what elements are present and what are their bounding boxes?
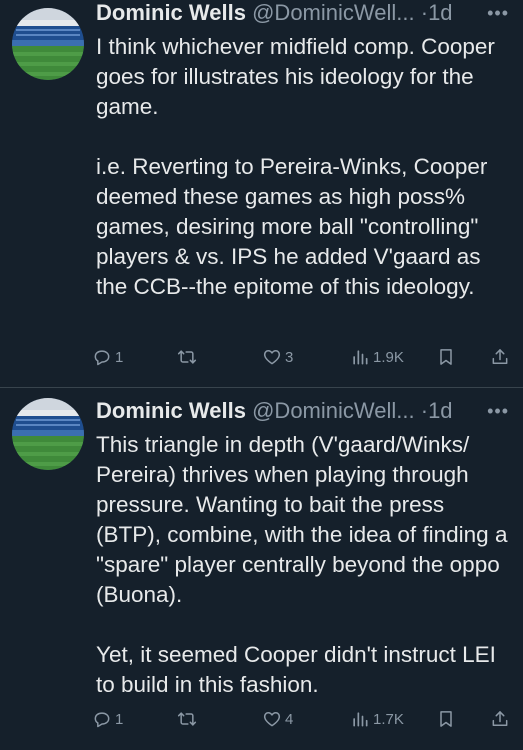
more-options-icon[interactable]: ••• [487,0,509,26]
avatar[interactable] [12,398,84,470]
tweet-paragraph: i.e. Reverting to Pereira-Winks, Cooper … [96,154,488,299]
dot-separator: · [420,0,429,25]
tweet-header: Dominic Wells @DominicWell... ·1d ••• [96,0,509,26]
author-display-name[interactable]: Dominic Wells [96,0,246,25]
like-button[interactable]: 3 [262,345,293,369]
bookmark-button[interactable] [436,345,456,369]
tweet-text: I think whichever midfield comp. Cooper … [96,32,514,302]
reply-button[interactable]: 1 [92,707,123,731]
author-display-name[interactable]: Dominic Wells [96,398,246,423]
share-button[interactable] [490,345,510,369]
heart-icon [263,350,281,365]
tweet-header: Dominic Wells @DominicWell... ·1d ••• [96,398,509,424]
like-count: 3 [285,348,294,366]
bookmark-icon [440,711,452,727]
dot-separator: · [420,398,429,423]
bookmark-icon [440,349,452,365]
tweet-timestamp[interactable]: 1d [428,0,452,25]
tweet-paragraph: Yet, it seemed Cooper didn't instruct LE… [96,642,496,697]
action-bar: 1 4 1.7K [92,707,509,731]
tweet-timestamp[interactable]: 1d [428,398,452,423]
author-handle[interactable]: @DominicWell... [252,398,415,423]
views-button[interactable]: 1.7K [350,707,404,731]
tweet[interactable]: Dominic Wells @DominicWell... ·1d ••• Th… [0,388,523,750]
reply-count: 1 [115,348,124,366]
tweet-text: This triangle in depth (V'gaard/Winks/ P… [96,430,514,700]
share-upload-icon [492,711,508,726]
share-upload-icon [492,349,508,364]
like-count: 4 [285,710,294,728]
avatar[interactable] [12,8,84,80]
bar-chart-icon [353,712,368,727]
views-button[interactable]: 1.9K [350,345,404,369]
tweet[interactable]: Dominic Wells @DominicWell... ·1d ••• I … [0,0,523,388]
retweet-button[interactable] [176,345,201,369]
view-count: 1.9K [373,348,404,366]
tweet-paragraph: I think whichever midfield comp. Cooper … [96,34,495,119]
speech-bubble-icon [94,712,110,728]
retweet-arrows-icon [177,712,197,726]
speech-bubble-icon [94,350,110,366]
author-handle[interactable]: @DominicWell... [252,0,415,25]
retweet-button[interactable] [176,707,201,731]
action-bar: 1 3 1.9K [92,345,509,369]
reply-button[interactable]: 1 [92,345,123,369]
tweet-paragraph: This triangle in depth (V'gaard/Winks/ P… [96,432,508,607]
bar-chart-icon [353,350,368,365]
reply-count: 1 [115,710,124,728]
stadium-photo [12,398,84,470]
view-count: 1.7K [373,710,404,728]
heart-icon [263,712,281,727]
retweet-arrows-icon [177,350,197,364]
like-button[interactable]: 4 [262,707,293,731]
stadium-photo [12,8,84,80]
bookmark-button[interactable] [436,707,456,731]
share-button[interactable] [490,707,510,731]
more-options-icon[interactable]: ••• [487,398,509,424]
